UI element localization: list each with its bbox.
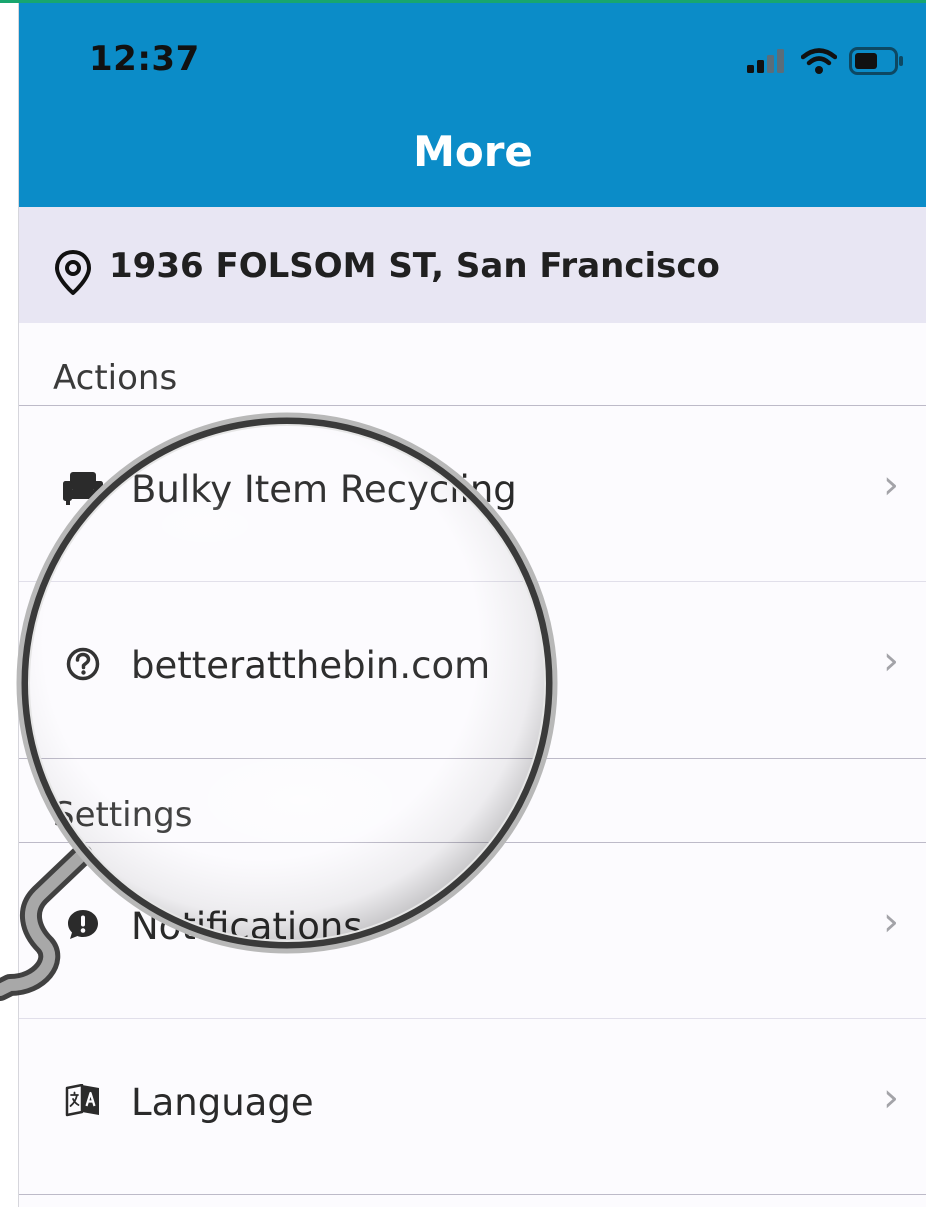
section-divider xyxy=(19,758,926,759)
list-item-bulky-item-recycling[interactable]: Bulky Item Recycling › xyxy=(19,406,926,580)
chevron-right-icon: › xyxy=(883,1075,899,1121)
chevron-right-icon: › xyxy=(883,638,899,684)
row-divider xyxy=(19,1194,926,1195)
couch-icon xyxy=(63,468,103,508)
translate-icon xyxy=(63,1081,103,1121)
section-header-settings: Settings xyxy=(53,795,193,835)
section-header-actions: Actions xyxy=(53,358,178,398)
status-time: 12:37 xyxy=(89,39,200,79)
list-item-label: Language xyxy=(131,1081,314,1124)
battery-icon xyxy=(849,47,903,75)
page-title: More xyxy=(413,127,533,176)
list-item-label: Bulky Item Recycling xyxy=(131,468,517,511)
list-item-language[interactable]: Language › xyxy=(19,1019,926,1193)
help-circle-icon xyxy=(63,644,103,684)
current-address: 1936 FOLSOM ST, San Francisco xyxy=(109,246,720,286)
list-item-label: Notifications xyxy=(131,905,363,948)
alert-bubble-icon xyxy=(63,905,103,945)
list-item-label: betteratthebin.com xyxy=(131,644,491,687)
app-screen: 12:37 More 1936 FOLSOM ST, San Francisco… xyxy=(18,3,926,1207)
list-item-betteratthebin[interactable]: betteratthebin.com › xyxy=(19,582,926,756)
chevron-right-icon: › xyxy=(883,462,899,508)
nav-header: 12:37 More xyxy=(19,3,926,207)
cellular-signal-icon xyxy=(747,49,784,73)
status-icons xyxy=(747,47,905,75)
location-pin-icon xyxy=(55,250,91,295)
chevron-right-icon: › xyxy=(883,899,899,945)
wifi-icon xyxy=(801,48,837,74)
list-item-notifications[interactable]: Notifications › xyxy=(19,843,926,1017)
